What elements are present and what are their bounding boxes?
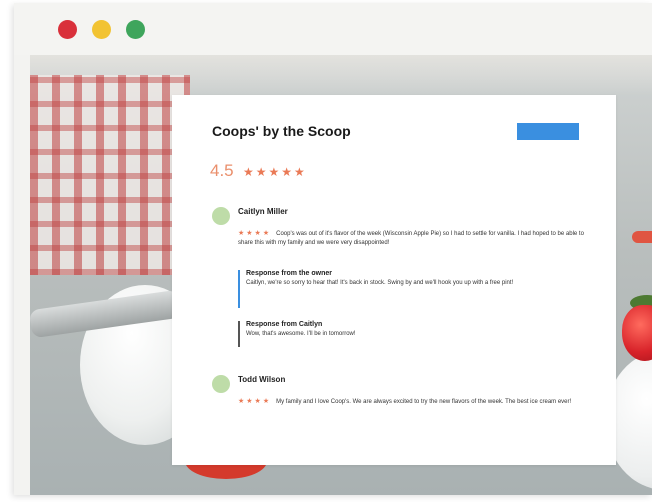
- reviewer-name: Todd Wilson: [238, 375, 286, 384]
- maximize-window-button[interactable]: [126, 20, 145, 39]
- avatar: [212, 207, 230, 225]
- response-title: Response from the owner: [246, 270, 332, 277]
- reviewer-name: Caitlyn Miller: [238, 207, 288, 216]
- browser-window: Coops' by the Scoop 4.5 ★★★★★ Caitlyn Mi…: [14, 3, 652, 495]
- write-review-button[interactable]: [517, 123, 579, 140]
- review-stars: ★★★★: [238, 230, 272, 237]
- reviewer-response: Response from Caitlyn Wow, that's awesom…: [238, 321, 586, 347]
- avatar: [212, 375, 230, 393]
- review-text: ★★★★ My family and I love Coop's. We are …: [238, 397, 590, 407]
- response-text: Caitlyn, we're so sorry to hear that! It…: [246, 280, 514, 286]
- red-utensil-tip: [632, 231, 652, 243]
- rating-stars: ★★★★★: [243, 165, 307, 179]
- minimize-window-button[interactable]: [92, 20, 111, 39]
- review-stars: ★★★★: [238, 398, 272, 405]
- close-window-button[interactable]: [58, 20, 77, 39]
- response-title: Response from Caitlyn: [246, 321, 323, 328]
- checkered-towel: [30, 75, 190, 275]
- response-text: Wow, that's awesome. I'll be in tomorrow…: [246, 331, 356, 337]
- review-card: Coops' by the Scoop 4.5 ★★★★★ Caitlyn Mi…: [172, 95, 616, 465]
- strawberry: [622, 305, 652, 361]
- review-text: ★★★★ Coop's was out of it's flavor of the…: [238, 229, 590, 248]
- review-body: My family and I love Coop's. We are alwa…: [276, 399, 572, 405]
- business-name: Coops' by the Scoop: [212, 123, 351, 139]
- review-body: Coop's was out of it's flavor of the wee…: [238, 231, 584, 246]
- average-rating: 4.5: [210, 161, 234, 180]
- window-titlebar: [14, 3, 652, 55]
- owner-response: Response from the owner Caitlyn, we're s…: [238, 270, 586, 308]
